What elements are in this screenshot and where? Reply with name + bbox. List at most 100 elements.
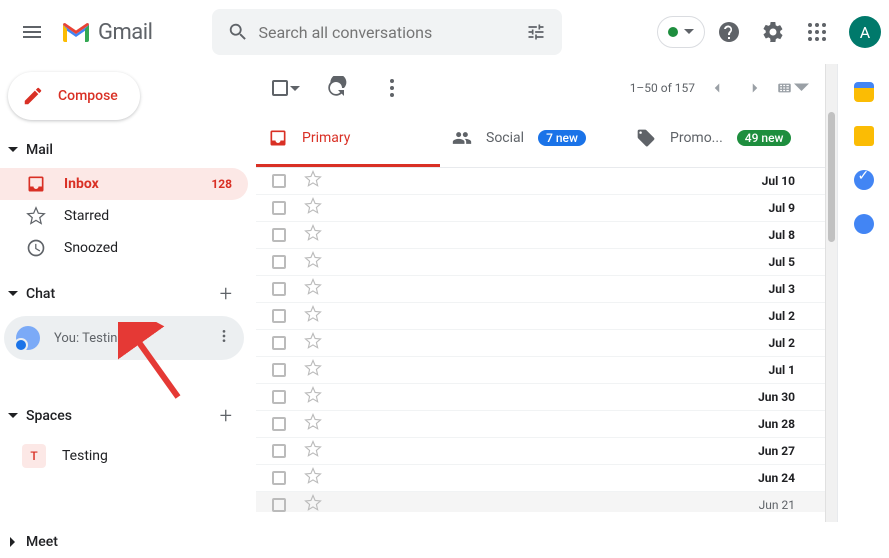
header: Gmail A <box>0 0 889 64</box>
email-row[interactable]: Jul 2 <box>256 330 825 357</box>
keep-app-icon[interactable] <box>854 126 874 146</box>
settings-button[interactable] <box>753 12 793 52</box>
input-tools-button[interactable] <box>777 72 809 104</box>
more-vert-icon <box>216 328 232 344</box>
row-checkbox[interactable] <box>272 201 286 215</box>
chat-section-header[interactable]: Chat + <box>0 278 248 310</box>
caret-down-icon <box>8 289 18 299</box>
row-checkbox[interactable] <box>272 336 286 350</box>
scrollbar[interactable] <box>825 64 837 522</box>
tab-primary[interactable]: Primary <box>256 112 440 167</box>
email-list: Jul 10Jul 9Jul 8Jul 5Jul 3 Jul 2 Jul 2 Jul … <box>256 168 825 512</box>
menu-icon <box>20 20 44 44</box>
email-row[interactable]: Jun 30 <box>256 384 825 411</box>
email-row[interactable]: Jun 21 <box>256 492 825 512</box>
more-button[interactable] <box>372 68 412 108</box>
meet-section-header[interactable]: Meet <box>0 526 248 558</box>
row-star-button[interactable] <box>304 305 322 327</box>
pencil-icon <box>22 85 44 107</box>
tab-promotions-label: Promo... <box>670 130 723 146</box>
sidebar-item-snoozed[interactable]: Snoozed <box>0 232 248 264</box>
tasks-app-icon[interactable]: ✓ <box>854 170 874 190</box>
add-chat-button[interactable]: + <box>220 282 232 307</box>
row-star-button[interactable] <box>304 197 322 219</box>
chat-section-label: Chat <box>26 286 220 302</box>
inbox-count: 128 <box>211 177 232 191</box>
row-star-button[interactable] <box>304 467 322 489</box>
row-star-button[interactable] <box>304 386 322 408</box>
row-checkbox[interactable] <box>272 255 286 269</box>
row-checkbox[interactable] <box>272 228 286 242</box>
spaces-section-header[interactable]: Spaces + <box>0 400 248 432</box>
keyboard-icon <box>777 79 792 97</box>
scrollbar-thumb[interactable] <box>828 112 835 242</box>
row-date: Jul 2 <box>769 309 795 323</box>
row-date: Jul 2 <box>769 336 795 350</box>
email-row[interactable]: Jul 9 <box>256 195 825 222</box>
search-button[interactable] <box>218 12 258 52</box>
search-box[interactable] <box>212 9 562 55</box>
select-all-checkbox[interactable] <box>272 79 300 98</box>
refresh-button[interactable] <box>316 68 356 108</box>
more-vert-icon <box>380 76 404 100</box>
row-checkbox[interactable] <box>272 174 286 188</box>
search-input[interactable] <box>258 23 516 42</box>
row-star-button[interactable] <box>304 224 322 246</box>
compose-label: Compose <box>58 88 118 104</box>
account-avatar[interactable]: A <box>849 16 881 48</box>
email-row[interactable]: Jul 10 <box>256 168 825 195</box>
row-star-button[interactable] <box>304 413 322 435</box>
email-row[interactable]: Jul 3 <box>256 276 825 303</box>
row-star-button[interactable] <box>304 494 322 512</box>
space-avatar-icon: T <box>22 444 46 468</box>
row-checkbox[interactable] <box>272 444 286 458</box>
chat-more-button[interactable] <box>216 328 232 348</box>
status-selector[interactable] <box>657 16 705 48</box>
row-checkbox[interactable] <box>272 471 286 485</box>
main-menu-button[interactable] <box>8 8 56 56</box>
next-page-button[interactable] <box>739 72 771 104</box>
logo[interactable]: Gmail <box>60 20 152 45</box>
contacts-app-icon[interactable] <box>854 214 874 234</box>
row-checkbox[interactable] <box>272 417 286 431</box>
row-checkbox[interactable] <box>272 309 286 323</box>
email-row[interactable]: Jul 2 <box>256 303 825 330</box>
row-star-button[interactable] <box>304 278 322 300</box>
mail-section-header[interactable]: Mail <box>0 134 248 166</box>
row-star-button[interactable] <box>304 251 322 273</box>
row-checkbox[interactable] <box>272 282 286 296</box>
help-button[interactable] <box>709 12 749 52</box>
email-row[interactable]: Jul 8 <box>256 222 825 249</box>
space-item[interactable]: T Testing <box>0 438 248 474</box>
email-row[interactable]: Jul 1 <box>256 357 825 384</box>
tab-social[interactable]: Social 7 new <box>440 112 624 167</box>
email-row[interactable]: Jun 24 <box>256 465 825 492</box>
row-date: Jun 21 <box>759 498 795 512</box>
row-checkbox[interactable] <box>272 498 286 512</box>
row-star-button[interactable] <box>304 332 322 354</box>
calendar-app-icon[interactable] <box>854 82 874 102</box>
add-space-button[interactable]: + <box>220 404 232 429</box>
mail-section-label: Mail <box>26 142 232 158</box>
search-options-button[interactable] <box>516 12 556 52</box>
email-row[interactable]: Jul 5 <box>256 249 825 276</box>
email-row[interactable]: Jun 27 <box>256 438 825 465</box>
row-checkbox[interactable] <box>272 363 286 377</box>
sidebar-item-starred[interactable]: Starred <box>0 200 248 232</box>
sidebar-item-inbox[interactable]: Inbox 128 <box>0 168 248 200</box>
prev-page-button[interactable] <box>701 72 733 104</box>
tab-promotions[interactable]: Promo... 49 new <box>624 112 814 167</box>
star-icon <box>26 206 46 226</box>
row-checkbox[interactable] <box>272 390 286 404</box>
apps-button[interactable] <box>797 12 837 52</box>
row-star-button[interactable] <box>304 170 322 192</box>
side-panel: ✓ <box>837 64 889 522</box>
checkbox-icon <box>272 80 288 96</box>
row-date: Jun 28 <box>758 417 795 431</box>
row-star-button[interactable] <box>304 359 322 381</box>
row-star-button[interactable] <box>304 440 322 462</box>
compose-button[interactable]: Compose <box>8 72 140 120</box>
email-row[interactable]: Jun 28 <box>256 411 825 438</box>
chat-conversation[interactable]: You: Testing <box>4 316 244 360</box>
tab-social-badge: 7 new <box>538 130 586 146</box>
